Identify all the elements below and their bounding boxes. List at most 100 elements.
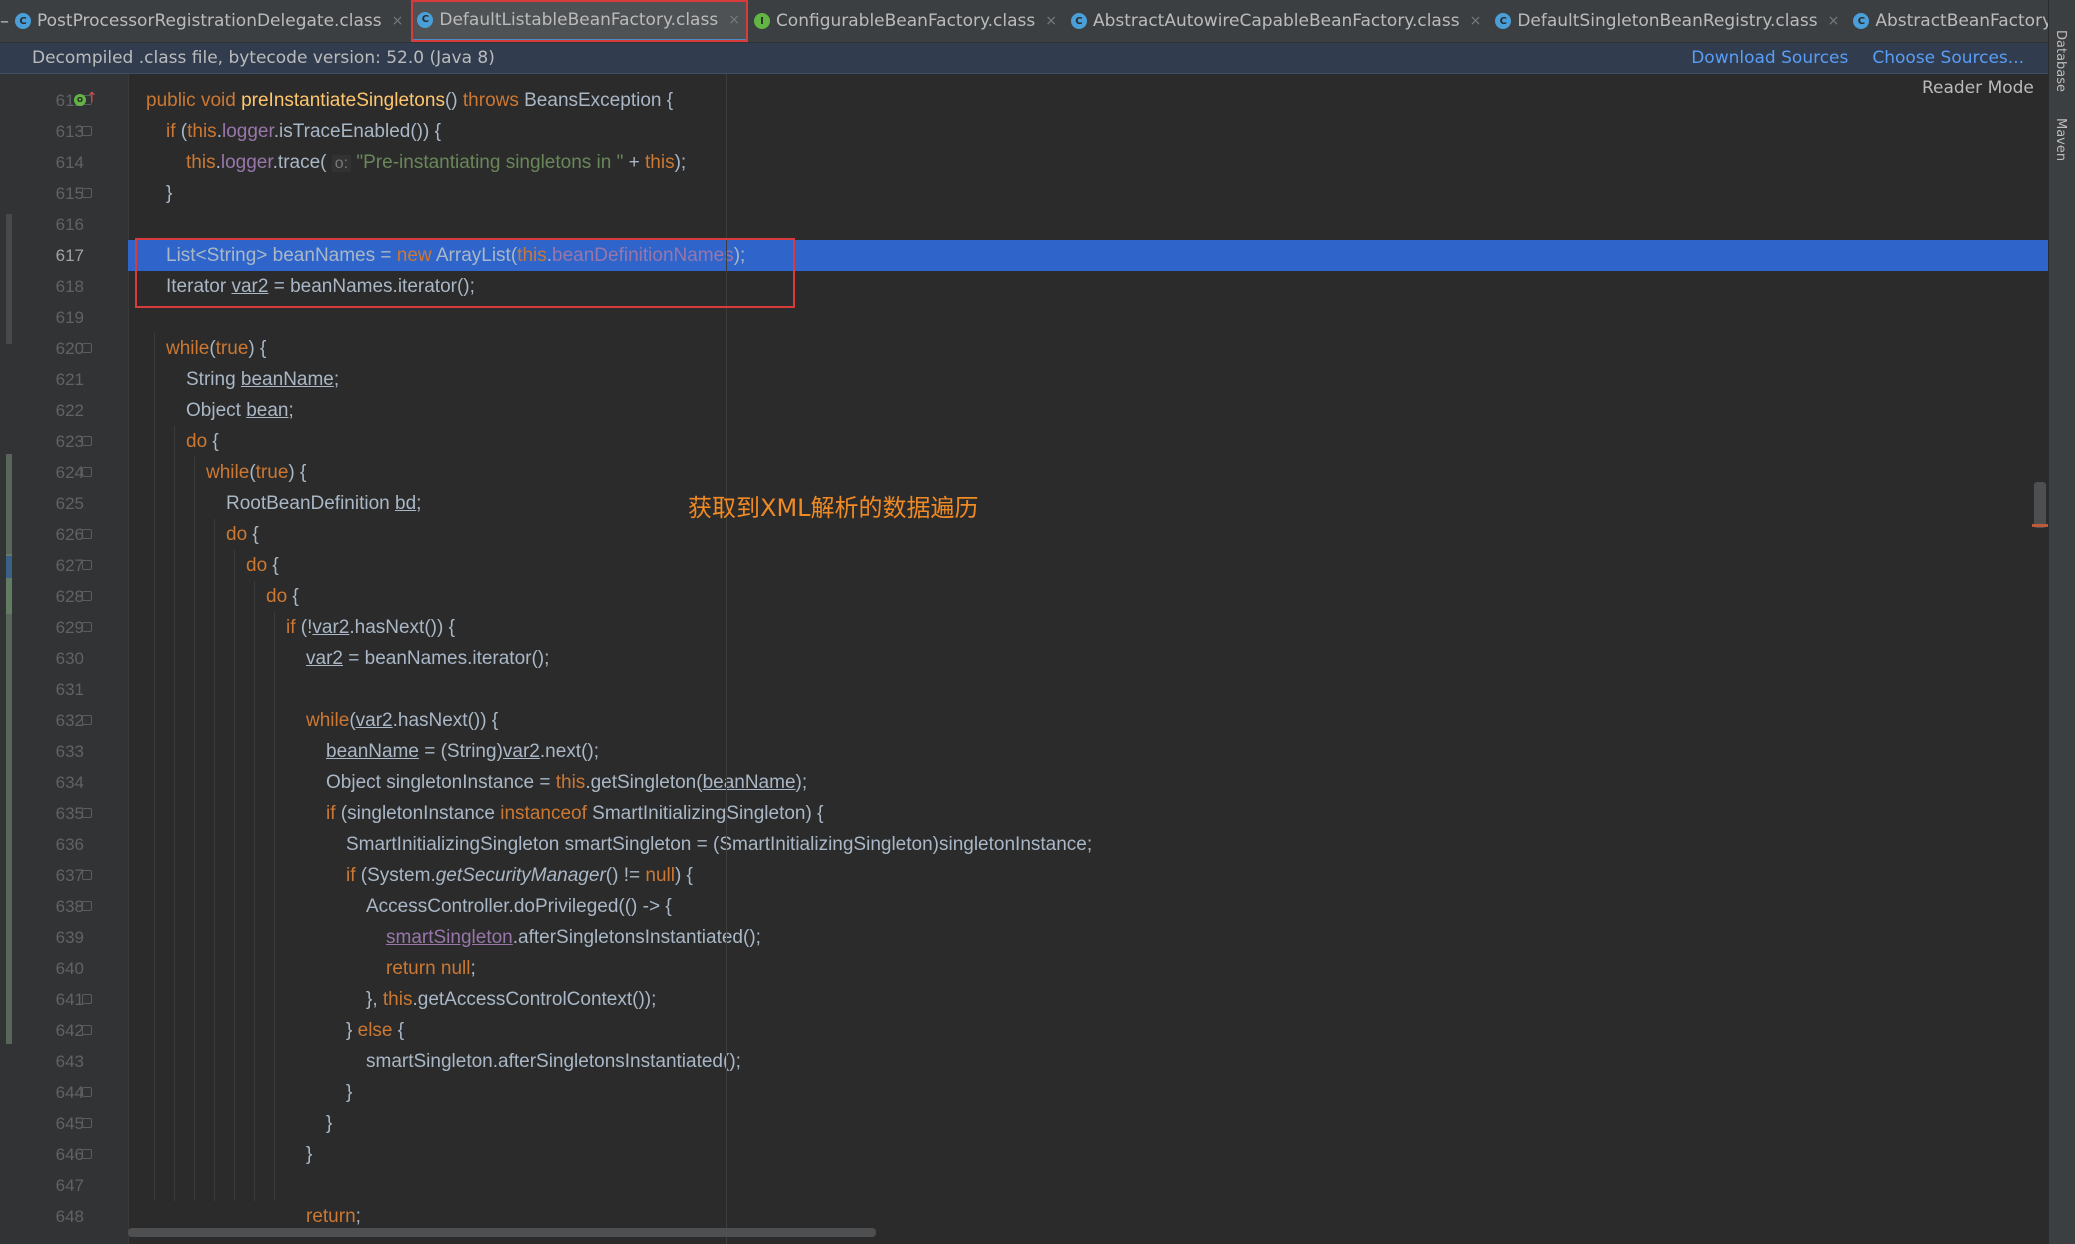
line-number: 631 xyxy=(55,680,84,699)
fold-toggle-icon[interactable] xyxy=(82,1118,92,1128)
code-line[interactable] xyxy=(128,1170,2048,1201)
code-line[interactable]: SmartInitializingSingleton smartSingleto… xyxy=(128,829,2048,860)
code-line[interactable]: } xyxy=(128,1077,2048,1108)
line-number: 628 xyxy=(55,587,84,606)
tab-abstractautowire[interactable]: C AbstractAutowireCapableBeanFactory.cla… xyxy=(1065,0,1489,42)
line-number: 615 xyxy=(55,184,84,203)
close-icon[interactable]: × xyxy=(392,13,404,29)
line-number-gutter[interactable]: 612 613 614 615 616 617 618 619 620 621 622 623 624 6… xyxy=(18,74,129,1244)
code-line[interactable]: if (singletonInstance instanceof SmartIn… xyxy=(128,798,2048,829)
indent-guide xyxy=(214,519,215,1201)
code-line[interactable]: while(true) { xyxy=(128,457,2048,488)
fold-toggle-icon[interactable] xyxy=(82,529,92,539)
override-marker-icon[interactable]: o xyxy=(74,94,86,106)
close-icon[interactable]: × xyxy=(728,12,740,28)
tab-scroll-left-icon[interactable]: – xyxy=(0,0,9,42)
code-line[interactable]: this.logger.trace( o: "Pre-instantiating… xyxy=(128,147,2048,178)
code-line[interactable]: RootBeanDefinition bd; xyxy=(128,488,2048,519)
code-line[interactable]: if (this.logger.isTraceEnabled()) { xyxy=(128,116,2048,147)
class-icon: C xyxy=(1495,13,1512,29)
close-icon[interactable]: × xyxy=(1828,13,1840,29)
code-line[interactable]: } xyxy=(128,178,2048,209)
editor-tab-bar: – C PostProcessorRegistrationDelegate.cl… xyxy=(0,0,2048,43)
code-line[interactable]: if (System.getSecurityManager() != null)… xyxy=(128,860,2048,891)
fold-toggle-icon[interactable] xyxy=(82,560,92,570)
code-line[interactable]: do { xyxy=(128,519,2048,550)
close-icon[interactable]: × xyxy=(1045,13,1057,29)
maven-tool-button[interactable]: Maven xyxy=(2053,118,2068,161)
code-text: while(true) { xyxy=(206,462,307,483)
code-line[interactable]: } xyxy=(128,1139,2048,1170)
right-tool-strip: Database Maven xyxy=(2048,0,2075,1244)
tab-abstractbeanfactory[interactable]: C AbstractBeanFactory.class × xyxy=(1847,0,2048,42)
horizontal-scrollbar[interactable] xyxy=(128,1228,876,1237)
line-number: 626 xyxy=(55,525,84,544)
fold-toggle-icon[interactable] xyxy=(82,467,92,477)
code-line[interactable]: if (!var2.hasNext()) { xyxy=(128,612,2048,643)
fold-toggle-icon[interactable] xyxy=(82,1087,92,1097)
code-line[interactable]: do { xyxy=(128,550,2048,581)
code-line[interactable]: while(true) { xyxy=(128,333,2048,364)
code-line[interactable]: smartSingleton.afterSingletonsInstantiat… xyxy=(128,1046,2048,1077)
code-line[interactable]: public void preInstantiateSingletons() t… xyxy=(128,85,2048,116)
fold-toggle-icon[interactable] xyxy=(82,188,92,198)
fold-toggle-icon[interactable] xyxy=(82,622,92,632)
code-text: } else { xyxy=(346,1020,405,1041)
code-line[interactable] xyxy=(128,209,2048,240)
fold-toggle-icon[interactable] xyxy=(82,994,92,1004)
download-sources-link[interactable]: Download Sources xyxy=(1691,48,1848,68)
code-text: } xyxy=(326,1113,333,1134)
code-text: } xyxy=(346,1082,353,1103)
code-line[interactable]: do { xyxy=(128,581,2048,612)
tab-defaultsingleton[interactable]: C DefaultSingletonBeanRegistry.class × xyxy=(1489,0,1847,42)
fold-toggle-icon[interactable] xyxy=(82,1149,92,1159)
code-line[interactable]: AccessController.doPrivileged(() -> { xyxy=(128,891,2048,922)
fold-toggle-icon[interactable] xyxy=(82,901,92,911)
fold-toggle-icon[interactable] xyxy=(82,715,92,725)
annotation-text: 获取到XML解析的数据遍历 xyxy=(688,494,979,522)
line-number: 624 xyxy=(55,463,84,482)
line-number: 636 xyxy=(55,835,84,854)
scroll-error-marker xyxy=(2032,524,2048,527)
close-icon[interactable]: × xyxy=(1470,13,1482,29)
fold-toggle-icon[interactable] xyxy=(82,808,92,818)
code-line[interactable]: return null; xyxy=(128,953,2048,984)
fold-toggle-icon[interactable] xyxy=(82,343,92,353)
reader-mode-button[interactable]: Reader Mode xyxy=(1922,78,2034,98)
code-line[interactable]: var2 = beanNames.iterator(); xyxy=(128,643,2048,674)
database-tool-button[interactable]: Database xyxy=(2053,30,2068,92)
up-arrow-icon[interactable]: ↑ xyxy=(86,90,98,106)
code-text: if (System.getSecurityManager() != null)… xyxy=(346,865,693,886)
code-line[interactable] xyxy=(128,674,2048,705)
fold-toggle-icon[interactable] xyxy=(82,436,92,446)
code-text: return null; xyxy=(386,958,476,979)
code-text: do { xyxy=(186,431,219,452)
line-number: 633 xyxy=(55,742,84,761)
vertical-scrollbar[interactable] xyxy=(2034,482,2046,528)
interface-icon: I xyxy=(753,13,770,29)
code-line[interactable]: do { xyxy=(128,426,2048,457)
tab-label: PostProcessorRegistrationDelegate.class xyxy=(37,11,382,31)
choose-sources-link[interactable]: Choose Sources... xyxy=(1872,48,2024,68)
class-icon: C xyxy=(1853,13,1870,29)
code-line[interactable]: beanName = (String)var2.next(); xyxy=(128,736,2048,767)
fold-toggle-icon[interactable] xyxy=(82,1025,92,1035)
fold-toggle-icon[interactable] xyxy=(82,591,92,601)
code-line[interactable]: String beanName; xyxy=(128,364,2048,395)
code-text: RootBeanDefinition bd; xyxy=(226,493,422,514)
fold-toggle-icon[interactable] xyxy=(82,870,92,880)
code-line[interactable]: smartSingleton.afterSingletonsInstantiat… xyxy=(128,922,2048,953)
tab-postprocessor[interactable]: C PostProcessorRegistrationDelegate.clas… xyxy=(9,0,411,42)
code-line[interactable]: Object singletonInstance = this.getSingl… xyxy=(128,767,2048,798)
fold-toggle-icon[interactable] xyxy=(82,126,92,136)
code-line[interactable]: }, this.getAccessControlContext()); xyxy=(128,984,2048,1015)
code-line[interactable]: Object bean; xyxy=(128,395,2048,426)
code-line[interactable]: } xyxy=(128,1108,2048,1139)
indent-guide xyxy=(194,457,195,1201)
tab-label: ConfigurableBeanFactory.class xyxy=(775,11,1036,31)
code-line[interactable]: } else { xyxy=(128,1015,2048,1046)
tab-defaultlistable[interactable]: C DefaultListableBeanFactory.class × xyxy=(411,0,748,42)
code-line[interactable]: while(var2.hasNext()) { xyxy=(128,705,2048,736)
tab-configurable[interactable]: I ConfigurableBeanFactory.class × xyxy=(748,0,1065,42)
decompiled-notice-bar: Decompiled .class file, bytecode version… xyxy=(0,43,2048,74)
